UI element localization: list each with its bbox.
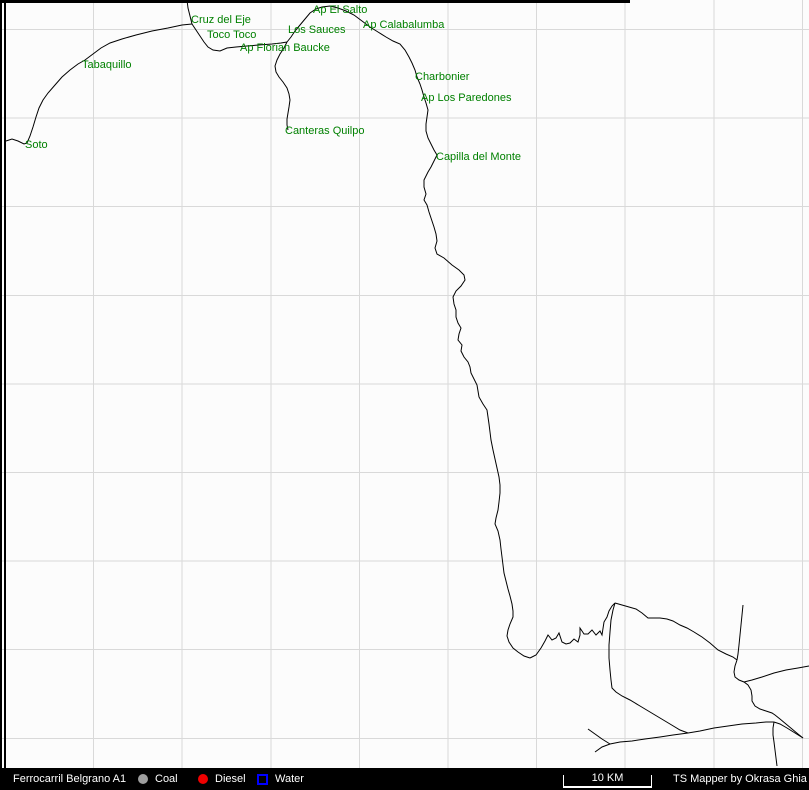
legend-diesel-label: Diesel: [215, 768, 246, 790]
rail-line-loop-se-diagonal: [615, 603, 737, 660]
station-label: Ap El Salto: [313, 4, 367, 16]
coal-icon: [138, 774, 148, 784]
route-name: Ferrocarril Belgrano A1: [13, 768, 126, 790]
rail-line-v-return: [774, 722, 803, 738]
station-label: Tabaquillo: [82, 59, 132, 71]
rail-line-north-line: [737, 605, 743, 660]
legend-coal-label: Coal: [155, 768, 178, 790]
station-label: Capilla del Monte: [436, 151, 521, 163]
water-icon: [257, 774, 268, 785]
scale-bar: 10 KM: [563, 775, 652, 788]
station-label: Soto: [25, 139, 48, 151]
station-label: Cruz del Eje: [191, 14, 251, 26]
legend-diesel: Diesel: [198, 768, 246, 790]
rail-line-west-main: [6, 24, 192, 144]
ts-mapper-window: Cruz del Eje Ap El Salto Toco Toco Los Sauc…: [0, 0, 809, 790]
map-border-top: [0, 0, 630, 3]
map-canvas[interactable]: Cruz del Eje Ap El Salto Toco Toco Los Sauc…: [0, 0, 809, 768]
status-bar: Ferrocarril Belgrano A1 CoalDieselWater …: [0, 768, 809, 790]
station-label: Ap Florian Baucke: [240, 42, 330, 54]
rail-line-spur: [588, 729, 610, 744]
legend-water-label: Water: [275, 768, 304, 790]
rail-line-long-horizontal: [595, 722, 774, 752]
rail-line-hook-to-junction: [734, 660, 803, 738]
map-border-left-inner: [4, 0, 6, 768]
legend-water: Water: [257, 768, 304, 790]
legend-coal: Coal: [138, 768, 178, 790]
scale-label: 10 KM: [564, 772, 651, 784]
rail-line-east-exit: [744, 666, 809, 682]
station-label: Canteras Quilpo: [285, 125, 365, 137]
station-label: Ap Calabalumba: [363, 19, 445, 31]
map-border-left-outer: [0, 0, 2, 768]
station-label: Charbonier: [415, 71, 470, 83]
railway-map-svg: Cruz del Eje Ap El Salto Toco Toco Los Sauc…: [0, 0, 809, 768]
station-label: Ap Los Paredones: [421, 92, 512, 104]
rail-line-quilpo-branch: [275, 42, 290, 130]
diesel-icon: [198, 774, 208, 784]
rail-line-south-tail: [773, 722, 777, 766]
credit-text: TS Mapper by Okrasa Ghia: [673, 768, 807, 790]
station-label: Toco Toco: [207, 29, 256, 41]
station-label: Los Sauces: [288, 24, 346, 36]
